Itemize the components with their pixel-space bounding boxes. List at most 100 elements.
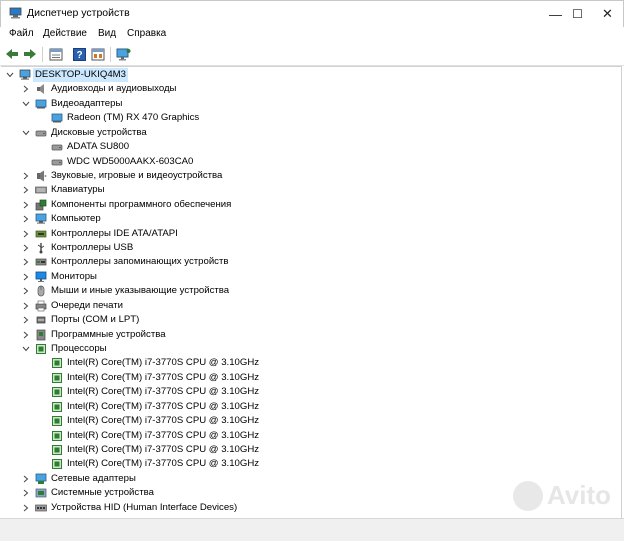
menu-view[interactable]: Вид bbox=[98, 28, 116, 39]
tree-device-26[interactable]: Intel(R) Core(TM) i7-3770S CPU @ 3.10GHz bbox=[1, 443, 601, 457]
chevron-right-icon[interactable] bbox=[21, 284, 31, 298]
tree-device-3[interactable]: Radeon (TM) RX 470 Graphics bbox=[1, 111, 601, 125]
chevron-right-icon[interactable] bbox=[21, 82, 31, 96]
chevron-right-icon[interactable] bbox=[21, 313, 31, 327]
tree-category-29[interactable]: Системные устройства bbox=[1, 486, 601, 500]
tree-category-17[interactable]: Порты (COM и LPT) bbox=[1, 313, 601, 327]
tree-category-2[interactable]: Видеоадаптеры bbox=[1, 97, 601, 111]
menu-help[interactable]: Справка bbox=[127, 28, 166, 39]
view-button[interactable] bbox=[90, 46, 106, 62]
tree-category-12[interactable]: Контроллеры USB bbox=[1, 241, 601, 255]
display-adapter-icon bbox=[35, 98, 47, 109]
tree-category-10-label: Компьютер bbox=[51, 213, 101, 225]
tree-device-21[interactable]: Intel(R) Core(TM) i7-3770S CPU @ 3.10GHz bbox=[1, 371, 601, 385]
keyboard-icon bbox=[35, 184, 47, 195]
speaker-icon bbox=[35, 83, 47, 95]
tree-category-29-label: Системные устройства bbox=[51, 487, 154, 499]
chevron-down-icon[interactable] bbox=[21, 126, 31, 140]
software-component-icon bbox=[35, 199, 47, 211]
help-button[interactable]: ? bbox=[71, 46, 87, 62]
toolbar-separator bbox=[110, 47, 111, 62]
tree-category-15[interactable]: Мыши и иные указывающие устройства bbox=[1, 284, 601, 298]
hid-icon bbox=[35, 502, 47, 513]
chevron-right-icon[interactable] bbox=[21, 212, 31, 226]
toolbar: ? bbox=[0, 43, 624, 66]
title-bar: Диспетчер устройств — ☐ ✕ bbox=[0, 0, 624, 27]
tree-category-28[interactable]: Сетевые адаптеры bbox=[1, 472, 601, 486]
tree-device-5[interactable]: ADATA SU800 bbox=[1, 140, 601, 154]
chevron-down-icon[interactable] bbox=[21, 342, 31, 356]
tree-category-8[interactable]: Клавиатуры bbox=[1, 183, 601, 197]
chevron-right-icon[interactable] bbox=[21, 169, 31, 183]
chevron-right-icon[interactable] bbox=[21, 270, 31, 284]
tree-category-4[interactable]: Дисковые устройства bbox=[1, 126, 601, 140]
help-icon: ? bbox=[72, 47, 86, 61]
tree-category-1[interactable]: Аудиовходы и аудиовыходы bbox=[1, 82, 601, 96]
tree-category-10[interactable]: Компьютер bbox=[1, 212, 601, 226]
device-manager-icon bbox=[9, 7, 22, 19]
tree-category-11[interactable]: Контроллеры IDE ATA/ATAPI bbox=[1, 227, 601, 241]
disk-drive-icon bbox=[35, 127, 47, 138]
tree-device-6[interactable]: WDC WD5000AAKX-603CA0 bbox=[1, 155, 601, 169]
chevron-right-icon[interactable] bbox=[21, 241, 31, 255]
tree-category-13[interactable]: Контроллеры запоминающих устройств bbox=[1, 255, 601, 269]
close-button[interactable]: ✕ bbox=[585, 1, 624, 27]
tree-category-17-label: Порты (COM и LPT) bbox=[51, 314, 140, 326]
tree-device-25[interactable]: Intel(R) Core(TM) i7-3770S CPU @ 3.10GHz bbox=[1, 429, 601, 443]
tree-category-7[interactable]: Звуковые, игровые и видеоустройства bbox=[1, 169, 601, 183]
tree-category-30-label: Устройства HID (Human Interface Devices) bbox=[51, 501, 238, 513]
printer-icon bbox=[35, 300, 47, 312]
menu-action[interactable]: Действие bbox=[43, 28, 87, 39]
device-tree[interactable]: DESKTOP-UKIQ4M3 Аудиовходы и аудиовыходы В… bbox=[1, 66, 622, 520]
tree-category-12-label: Контроллеры USB bbox=[51, 242, 134, 254]
back-button[interactable] bbox=[4, 46, 20, 62]
tree-device-27[interactable]: Intel(R) Core(TM) i7-3770S CPU @ 3.10GHz bbox=[1, 457, 601, 471]
tree-category-18[interactable]: Программные устройства bbox=[1, 328, 601, 342]
network-adapter-icon bbox=[35, 473, 47, 484]
chevron-right-icon[interactable] bbox=[21, 255, 31, 269]
tree-device-27-label: Intel(R) Core(TM) i7-3770S CPU @ 3.10GHz bbox=[67, 458, 260, 470]
tree-device-21-label: Intel(R) Core(TM) i7-3770S CPU @ 3.10GHz bbox=[67, 371, 260, 383]
chevron-right-icon[interactable] bbox=[21, 198, 31, 212]
chevron-down-icon[interactable] bbox=[21, 97, 31, 111]
menu-file[interactable]: Файл bbox=[9, 28, 34, 39]
scan-hardware-button[interactable] bbox=[115, 46, 131, 62]
tree-category-19-label: Процессоры bbox=[51, 342, 107, 354]
tree-device-22[interactable]: Intel(R) Core(TM) i7-3770S CPU @ 3.10GHz bbox=[1, 385, 601, 399]
tree-device-20[interactable]: Intel(R) Core(TM) i7-3770S CPU @ 3.10GHz bbox=[1, 356, 601, 370]
forward-button[interactable] bbox=[22, 46, 38, 62]
chevron-right-icon[interactable] bbox=[21, 328, 31, 342]
view-icon bbox=[91, 48, 105, 60]
system-device-icon bbox=[35, 487, 47, 498]
display-adapter-icon bbox=[51, 112, 63, 123]
tree-category-13-label: Контроллеры запоминающих устройств bbox=[51, 256, 229, 268]
tree-root-computer[interactable]: DESKTOP-UKIQ4M3 bbox=[1, 68, 601, 82]
storage-controller-icon bbox=[35, 256, 47, 267]
sound-icon bbox=[35, 170, 47, 182]
tree-device-23[interactable]: Intel(R) Core(TM) i7-3770S CPU @ 3.10GHz bbox=[1, 400, 601, 414]
chevron-right-icon[interactable] bbox=[21, 183, 31, 197]
chevron-right-icon[interactable] bbox=[21, 299, 31, 313]
tree-category-30[interactable]: Устройства HID (Human Interface Devices) bbox=[1, 501, 601, 515]
tree-category-16-label: Очереди печати bbox=[51, 299, 123, 311]
chevron-right-icon[interactable] bbox=[21, 472, 31, 486]
tree-category-28-label: Сетевые адаптеры bbox=[51, 472, 136, 484]
chevron-right-icon[interactable] bbox=[21, 501, 31, 515]
tree-device-24-label: Intel(R) Core(TM) i7-3770S CPU @ 3.10GHz bbox=[67, 415, 260, 427]
tree-category-18-label: Программные устройства bbox=[51, 328, 166, 340]
properties-icon bbox=[49, 48, 63, 60]
chevron-right-icon[interactable] bbox=[21, 227, 31, 241]
tree-device-24[interactable]: Intel(R) Core(TM) i7-3770S CPU @ 3.10GHz bbox=[1, 414, 601, 428]
tree-root-computer-label: DESKTOP-UKIQ4M3 bbox=[33, 68, 128, 82]
status-bar bbox=[0, 518, 624, 541]
tree-device-3-label: Radeon (TM) RX 470 Graphics bbox=[67, 112, 200, 124]
properties-button[interactable] bbox=[48, 46, 64, 62]
chevron-down-icon[interactable] bbox=[5, 68, 15, 82]
svg-text:?: ? bbox=[76, 50, 82, 61]
tree-category-19[interactable]: Процессоры bbox=[1, 342, 601, 356]
tree-category-16[interactable]: Очереди печати bbox=[1, 299, 601, 313]
tree-category-9[interactable]: Компоненты программного обеспечения bbox=[1, 198, 601, 212]
tree-category-8-label: Клавиатуры bbox=[51, 184, 105, 196]
tree-category-14[interactable]: Мониторы bbox=[1, 270, 601, 284]
chevron-right-icon[interactable] bbox=[21, 486, 31, 500]
